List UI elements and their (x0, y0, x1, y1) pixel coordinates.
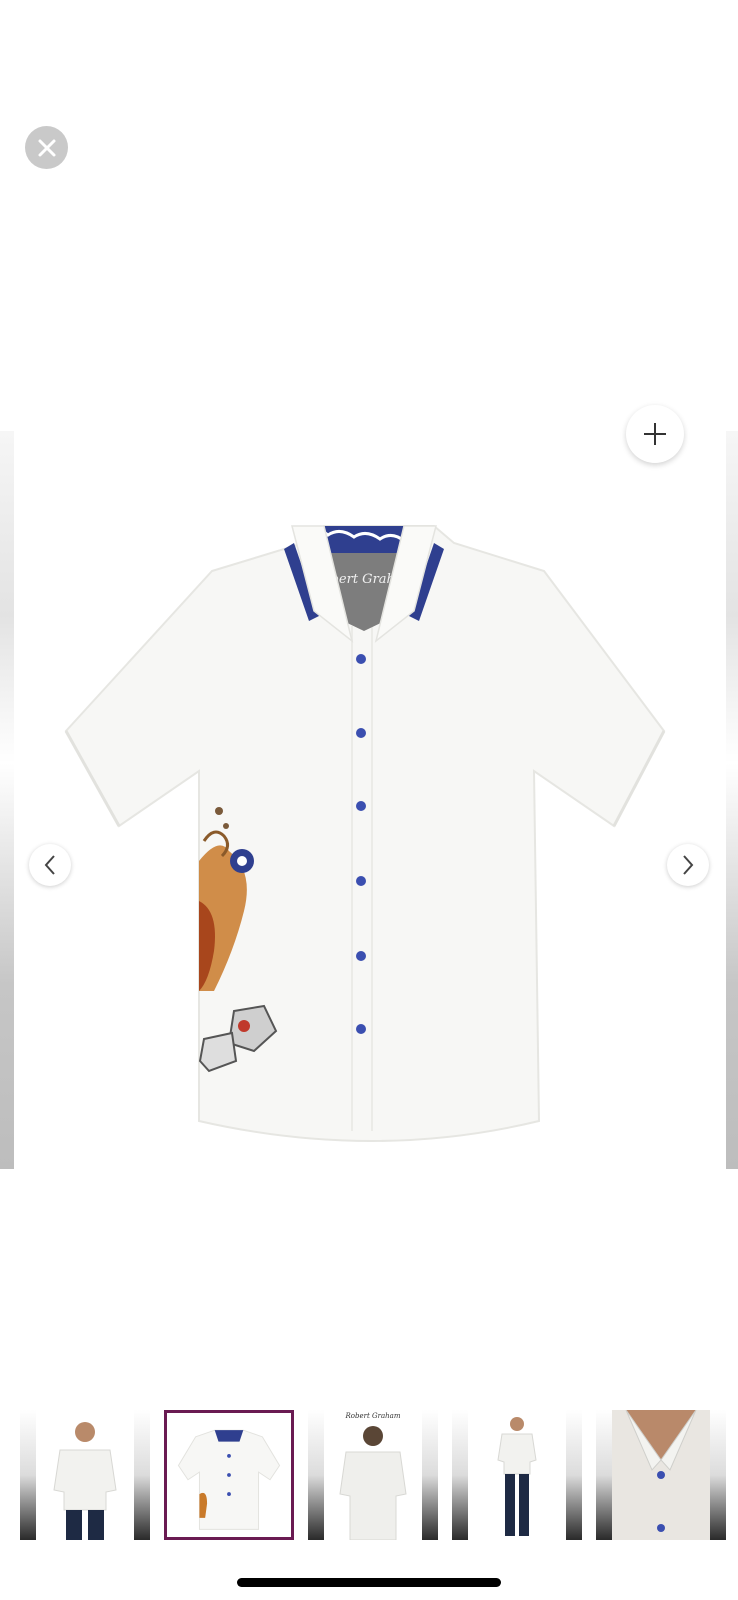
chevron-left-icon (44, 855, 55, 875)
plus-icon (644, 423, 666, 445)
thumbnail-model-full[interactable] (452, 1410, 582, 1540)
shirt-main-image: Robert Graham (64, 525, 666, 1142)
thumbnail-strip: Robert Graham (20, 1410, 732, 1542)
next-image-button[interactable] (667, 844, 709, 886)
next-image-peek (726, 431, 738, 1169)
thumbnail-model-front[interactable] (20, 1410, 150, 1540)
svg-text:Robert Graham: Robert Graham (345, 1412, 401, 1420)
close-button[interactable] (25, 126, 68, 169)
thumbnail-collar-detail[interactable] (596, 1410, 726, 1540)
chevron-right-icon (683, 855, 694, 875)
previous-image-peek (0, 431, 14, 1169)
previous-image-button[interactable] (29, 844, 71, 886)
model-back-photo-icon: Robert Graham (339, 1412, 407, 1540)
thumbnail-model-back[interactable]: Robert Graham (308, 1410, 438, 1540)
home-indicator[interactable] (237, 1578, 501, 1587)
zoom-button[interactable] (626, 405, 684, 463)
model-front-photo-icon (53, 1422, 117, 1540)
collar-detail-photo-icon (612, 1410, 710, 1540)
model-full-length-photo-icon (497, 1417, 537, 1536)
shirt-flat-photo-icon (177, 1429, 281, 1530)
product-image-stage[interactable]: Robert Graham (0, 431, 738, 1169)
thumbnail-shirt-flat[interactable] (164, 1410, 294, 1540)
close-icon (38, 139, 55, 156)
